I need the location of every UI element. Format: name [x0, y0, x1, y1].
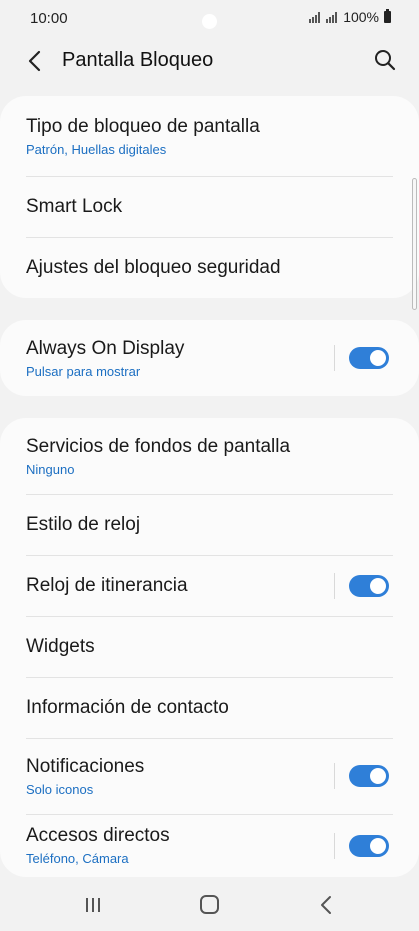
- list-item-contact-info[interactable]: Información de contacto: [0, 677, 419, 738]
- list-item-notifications[interactable]: Notificaciones Solo iconos: [0, 738, 419, 814]
- row-subtitle: Patrón, Huellas digitales: [26, 141, 167, 157]
- list-item-widgets[interactable]: Widgets: [0, 616, 419, 677]
- toggle-container: [334, 832, 389, 859]
- camera-cutout: [202, 14, 217, 29]
- battery-icon: [384, 9, 391, 23]
- row-title: Ajustes del bloqueo seguridad: [26, 256, 281, 278]
- vertical-divider: [334, 572, 335, 599]
- list-item-clock-style[interactable]: Estilo de reloj: [0, 494, 419, 555]
- chevron-left-icon[interactable]: [22, 48, 48, 74]
- scrollbar[interactable]: [412, 178, 417, 310]
- app-header: Pantalla Bloqueo: [0, 38, 419, 84]
- home-icon[interactable]: [200, 895, 219, 914]
- battery-percent: 100%: [343, 9, 379, 25]
- vertical-divider: [334, 832, 335, 859]
- navigation-bar: [0, 880, 419, 931]
- toggle-container: [334, 763, 389, 789]
- shortcuts-toggle[interactable]: [349, 834, 389, 857]
- roaming-clock-toggle[interactable]: [349, 574, 389, 597]
- toggle-container: [334, 572, 389, 599]
- lockscreen-options-card: Servicios de fondos de pantalla Ninguno …: [0, 418, 419, 877]
- recents-icon[interactable]: [84, 896, 102, 914]
- toggle-container: [334, 345, 389, 371]
- vertical-divider: [334, 345, 335, 371]
- list-item-smart-lock[interactable]: Smart Lock: [0, 176, 419, 237]
- row-subtitle: Ninguno: [26, 461, 75, 477]
- search-icon[interactable]: [373, 48, 397, 72]
- row-title: Smart Lock: [26, 195, 123, 217]
- notifications-toggle[interactable]: [349, 765, 389, 787]
- row-title: Estilo de reloj: [26, 513, 141, 535]
- list-item-always-on-display[interactable]: Always On Display Pulsar para mostrar: [0, 320, 419, 396]
- vertical-divider: [334, 763, 335, 789]
- list-item-lock-type[interactable]: Tipo de bloqueo de pantalla Patrón, Huel…: [0, 96, 419, 176]
- status-bar: 10:00 100%: [0, 0, 419, 38]
- lock-type-card: Tipo de bloqueo de pantalla Patrón, Huel…: [0, 96, 419, 298]
- page-title: Pantalla Bloqueo: [62, 49, 214, 71]
- back-icon[interactable]: [318, 894, 334, 916]
- aod-card: Always On Display Pulsar para mostrar: [0, 320, 419, 396]
- status-time: 10:00: [30, 10, 68, 27]
- list-item-wallpaper-services[interactable]: Servicios de fondos de pantalla Ninguno: [0, 418, 419, 494]
- signal-icon: [309, 11, 321, 23]
- list-item-secure-lock-settings[interactable]: Ajustes del bloqueo seguridad: [0, 237, 419, 298]
- list-item-roaming-clock[interactable]: Reloj de itinerancia: [0, 555, 419, 616]
- signal-icon-2: [326, 11, 338, 23]
- status-indicators: 100%: [309, 9, 391, 25]
- row-title: Tipo de bloqueo de pantalla: [26, 115, 260, 137]
- row-title: Servicios de fondos de pantalla: [26, 435, 291, 457]
- row-title: Información de contacto: [26, 696, 229, 718]
- row-title: Widgets: [26, 635, 95, 657]
- list-item-shortcuts[interactable]: Accesos directos Teléfono, Cámara: [0, 814, 419, 877]
- aod-toggle[interactable]: [349, 347, 389, 369]
